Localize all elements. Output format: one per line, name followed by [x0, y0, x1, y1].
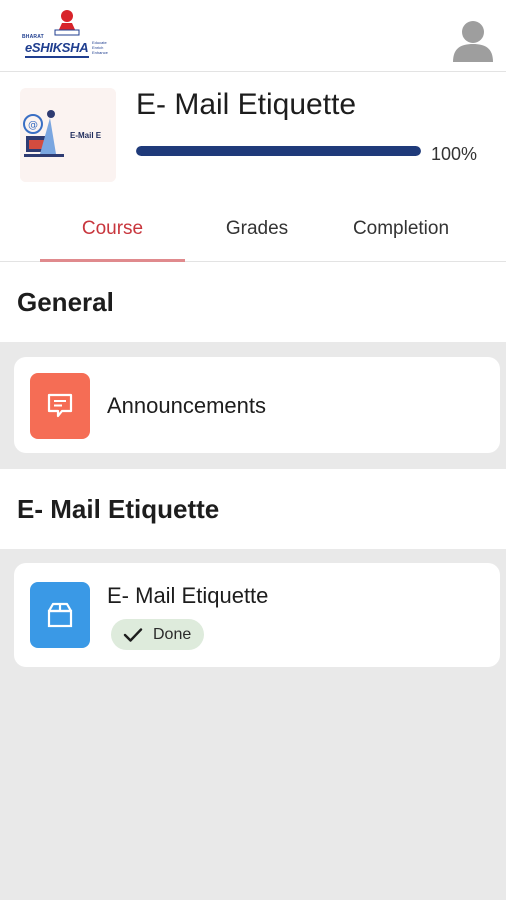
course-progress-bar: [136, 146, 421, 156]
module-card-email-etiquette[interactable]: E- Mail Etiquette Done: [14, 563, 500, 667]
course-thumbnail: @ E-Mail E: [20, 88, 116, 182]
completion-status-text: Done: [153, 625, 192, 643]
course-thumbnail-image: @: [20, 88, 116, 182]
course-header: @ E-Mail E E- Mail Etiquette 100% Course…: [0, 72, 506, 262]
course-title: E- Mail Etiquette: [136, 88, 357, 121]
tab-course[interactable]: Course: [40, 212, 185, 262]
logo-brand-text: eSHIKSHA: [25, 40, 89, 55]
module-label-announcements: Announcements: [107, 393, 266, 418]
bharat-eshiksha-logo[interactable]: BHARAT eSHIKSHA Educate Enrich Enhance: [22, 10, 118, 64]
package-icon: [30, 582, 90, 648]
tab-grades[interactable]: Grades: [185, 212, 329, 262]
user-avatar-icon[interactable]: [452, 18, 494, 62]
course-progress-fill: [136, 146, 421, 156]
section-title-general: General: [0, 262, 506, 342]
checkmark-icon: [123, 627, 143, 642]
svg-text:@: @: [28, 120, 38, 131]
top-app-bar: BHARAT eSHIKSHA Educate Enrich Enhance: [0, 0, 506, 72]
module-card-announcements[interactable]: Announcements: [14, 357, 500, 453]
course-tabs: Course Grades Completion: [0, 212, 506, 262]
completion-status-badge: Done: [111, 619, 205, 650]
logo-underline: [25, 56, 89, 58]
course-thumbnail-text: E-Mail E: [70, 131, 102, 140]
logo-person-icon: [54, 10, 80, 36]
course-progress-label: 100%: [431, 144, 478, 164]
logo-tagline: Educate Enrich Enhance: [92, 40, 108, 55]
announcement-icon: [30, 373, 90, 439]
tab-completion[interactable]: Completion: [329, 212, 473, 262]
module-label-email-etiquette: E- Mail Etiquette: [107, 583, 269, 608]
section-title-email-etiquette: E- Mail Etiquette: [0, 469, 506, 549]
